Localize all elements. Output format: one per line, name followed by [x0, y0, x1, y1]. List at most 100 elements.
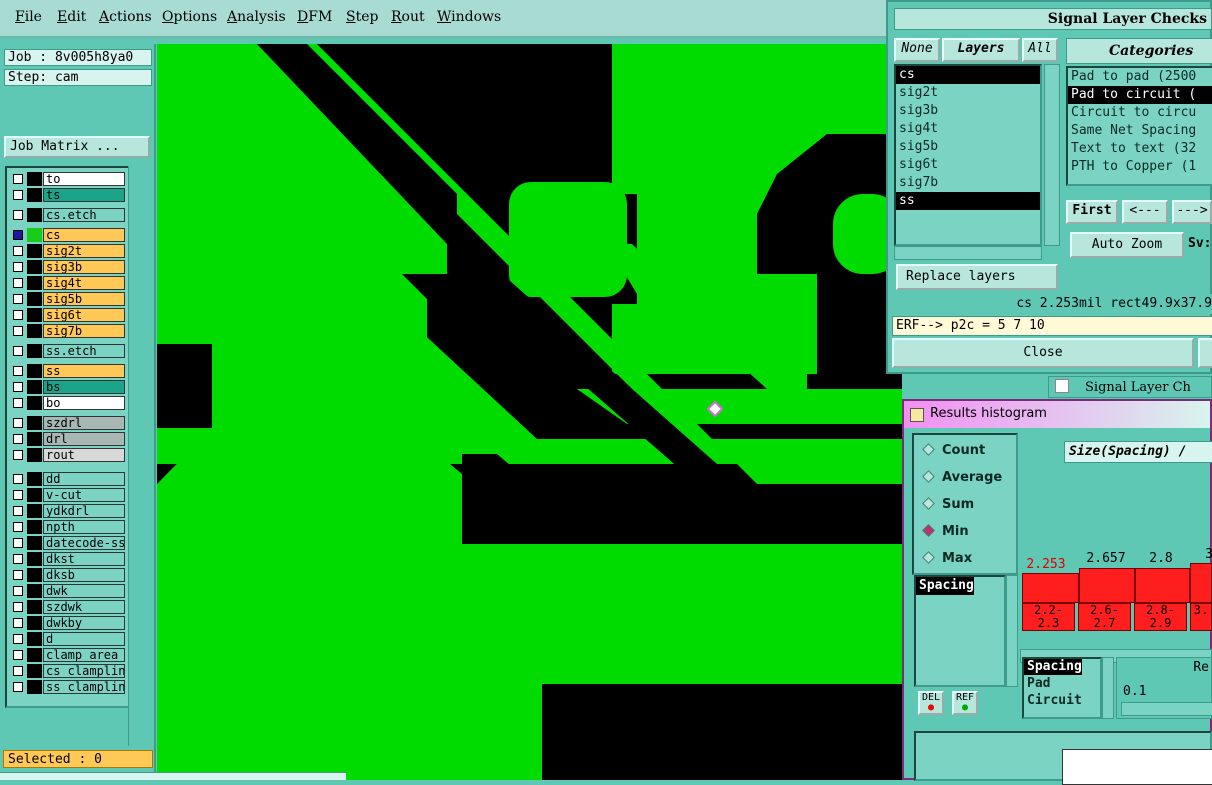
- layer-name[interactable]: drl: [43, 432, 125, 446]
- layer-name[interactable]: datecode-ss: [43, 536, 125, 550]
- layer-checkbox[interactable]: [13, 450, 23, 460]
- erf-field[interactable]: ERF--> p2c = 5 7 10: [892, 316, 1212, 336]
- layer-checkbox[interactable]: [13, 418, 23, 428]
- result-type-list[interactable]: Spacing: [914, 575, 1006, 687]
- result-type-scrollbar[interactable]: [1006, 575, 1018, 687]
- menu-dfm[interactable]: DFM: [297, 9, 332, 25]
- layers-button[interactable]: Layers: [942, 38, 1020, 62]
- histogram-bin[interactable]: 2.8- 2.9: [1134, 603, 1187, 631]
- layer-checkbox[interactable]: [13, 382, 23, 392]
- layer-checkbox[interactable]: [13, 570, 23, 580]
- layer-checkbox[interactable]: [13, 278, 23, 288]
- categories-list[interactable]: Pad to pad (2500 Pad to circuit ( Circui…: [1066, 66, 1212, 186]
- layer-checkbox[interactable]: [13, 310, 23, 320]
- none-button[interactable]: None: [894, 38, 940, 62]
- histogram-bin[interactable]: 2.6- 2.7: [1078, 603, 1131, 631]
- option-sum[interactable]: Sum: [922, 497, 974, 512]
- layer-checkbox[interactable]: [13, 294, 23, 304]
- layer-name[interactable]: szdrl: [43, 416, 125, 430]
- layer-list-hscroll[interactable]: [894, 246, 1042, 260]
- layer-checkbox[interactable]: [13, 586, 23, 596]
- bottom-filter-list[interactable]: Spacing Pad Circuit: [1022, 657, 1102, 719]
- layer-row[interactable]: cs_clampline: [8, 664, 125, 678]
- layer-item[interactable]: sig6t: [896, 156, 1040, 174]
- category-item[interactable]: PTH to Copper (1: [1068, 158, 1212, 176]
- spacing-item[interactable]: Spacing: [916, 577, 974, 595]
- option-count[interactable]: Count: [922, 443, 985, 458]
- menu-options[interactable]: Options: [162, 9, 217, 25]
- category-item[interactable]: Pad to circuit (: [1068, 86, 1212, 104]
- layer-name[interactable]: sig5b: [43, 292, 125, 306]
- layer-item[interactable]: ss: [896, 192, 1040, 210]
- layer-item[interactable]: sig4t: [896, 120, 1040, 138]
- del-button[interactable]: DEL ●: [918, 691, 944, 715]
- layer-item[interactable]: sig2t: [896, 84, 1040, 102]
- layer-row[interactable]: sig6t: [8, 308, 125, 322]
- filter-item[interactable]: Spacing: [1024, 659, 1082, 675]
- layer-name[interactable]: sig4t: [43, 276, 125, 290]
- category-item[interactable]: Circuit to circu: [1068, 104, 1212, 122]
- menu-analysis[interactable]: Analysis: [227, 9, 286, 25]
- layer-checkbox[interactable]: [13, 474, 23, 484]
- layer-row[interactable]: szdwk: [8, 600, 125, 614]
- histogram-bin[interactable]: 3.: [1190, 603, 1212, 631]
- layer-checkbox[interactable]: [13, 326, 23, 336]
- layer-checkbox[interactable]: [13, 230, 23, 240]
- category-item[interactable]: Text to text (32: [1068, 140, 1212, 158]
- layer-row[interactable]: ts: [8, 188, 125, 202]
- layer-name[interactable]: dksb: [43, 568, 125, 582]
- layer-name[interactable]: cs_clampline: [43, 664, 125, 678]
- histogram-bin[interactable]: 2.2- 2.3: [1022, 603, 1075, 631]
- layer-row[interactable]: dkst: [8, 552, 125, 566]
- layer-item[interactable]: sig3b: [896, 102, 1040, 120]
- layer-checkbox[interactable]: [13, 398, 23, 408]
- histogram-bar[interactable]: [1135, 568, 1190, 603]
- layer-checkbox[interactable]: [13, 634, 23, 644]
- histogram-bar[interactable]: [1079, 568, 1135, 603]
- layer-checkbox[interactable]: [13, 554, 23, 564]
- replace-layers-button[interactable]: Replace layers: [896, 264, 1058, 290]
- layer-checkbox[interactable]: [13, 174, 23, 184]
- layer-row[interactable]: sig2t: [8, 244, 125, 258]
- layer-select-list[interactable]: cs sig2t sig3b sig4t sig5b sig6t sig7b s…: [894, 64, 1042, 246]
- layer-item[interactable]: cs: [896, 66, 1040, 84]
- histogram-titlebar[interactable]: Results histogram: [904, 401, 1210, 428]
- menu-rout[interactable]: Rout: [391, 9, 425, 25]
- ref-button[interactable]: REF ●: [952, 691, 978, 715]
- layer-row[interactable]: bo: [8, 396, 125, 410]
- layer-name[interactable]: dkst: [43, 552, 125, 566]
- layer-name[interactable]: szdwk: [43, 600, 125, 614]
- layer-checkbox[interactable]: [13, 506, 23, 516]
- histogram-bar[interactable]: [1190, 563, 1212, 603]
- layer-checkbox[interactable]: [13, 618, 23, 628]
- menu-file[interactable]: File: [15, 9, 42, 25]
- layer-row[interactable]: sig3b: [8, 260, 125, 274]
- layer-checkbox[interactable]: [13, 246, 23, 256]
- layer-name[interactable]: dwk: [43, 584, 125, 598]
- layer-row[interactable]: sig5b: [8, 292, 125, 306]
- all-button[interactable]: All: [1022, 38, 1058, 62]
- filter-item[interactable]: Pad: [1024, 675, 1100, 692]
- layer-name[interactable]: to: [43, 172, 125, 186]
- layer-checkbox[interactable]: [13, 366, 23, 376]
- layer-row[interactable]: cs: [8, 228, 125, 242]
- layer-name[interactable]: sig2t: [43, 244, 125, 258]
- category-item[interactable]: Pad to pad (2500: [1068, 68, 1212, 86]
- layer-checkbox[interactable]: [13, 190, 23, 200]
- layer-row[interactable]: rout: [8, 448, 125, 462]
- layer-checkbox[interactable]: [13, 210, 23, 220]
- filter-item[interactable]: Circuit: [1024, 692, 1100, 709]
- close-button[interactable]: Close: [892, 338, 1194, 368]
- layer-name[interactable]: v-cut: [43, 488, 125, 502]
- layer-row[interactable]: sig4t: [8, 276, 125, 290]
- prev-button[interactable]: <---: [1122, 200, 1168, 224]
- layer-row[interactable]: sig7b: [8, 324, 125, 338]
- layer-name[interactable]: ss.etch: [43, 344, 125, 358]
- layer-row[interactable]: cs.etch: [8, 208, 125, 222]
- layer-row[interactable]: ydkdrl: [8, 504, 125, 518]
- layer-name[interactable]: ydkdrl: [43, 504, 125, 518]
- layer-row[interactable]: bs: [8, 380, 125, 394]
- layer-row[interactable]: dwk: [8, 584, 125, 598]
- first-button[interactable]: First: [1066, 200, 1118, 224]
- layer-row[interactable]: d: [8, 632, 125, 646]
